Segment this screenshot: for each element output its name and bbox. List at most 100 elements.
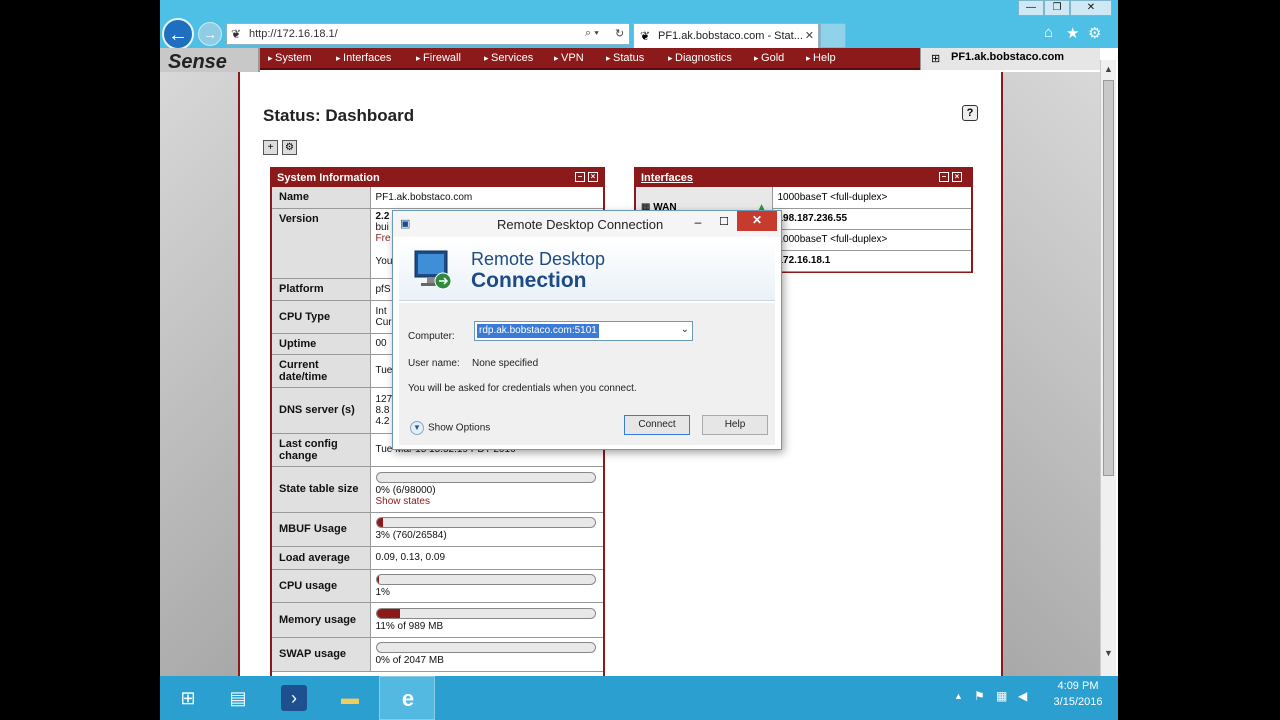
nav-firewall[interactable]: Firewall [416, 52, 461, 64]
computer-label: Computer: [408, 331, 455, 342]
left-gradient [160, 72, 238, 676]
powershell-button[interactable]: › [266, 676, 322, 720]
scroll-down-icon[interactable]: ▼ [1104, 648, 1113, 658]
scroll-up-icon[interactable]: ▲ [1104, 64, 1113, 74]
row-value: 0.09, 0.13, 0.09 [370, 546, 603, 570]
row-label: Current date/time [272, 354, 371, 388]
close-tab-icon[interactable]: ✕ [805, 29, 814, 42]
minimize-widget-icon[interactable]: – [575, 172, 585, 182]
computer-combobox[interactable]: rdp.ak.bobstaco.com:5101 ⌄ [474, 321, 693, 341]
connect-button[interactable]: Connect [624, 415, 690, 435]
scroll-thumb[interactable] [1103, 80, 1114, 476]
row-label: State table size [272, 466, 371, 513]
favorites-star-icon[interactable]: ★ [1066, 24, 1079, 42]
browser-tab[interactable]: ❦ PF1.ak.bobstaco.com - Stat... ✕ [633, 23, 819, 48]
file-explorer-button[interactable]: ▬ [322, 676, 378, 720]
row-label: Version [272, 208, 371, 279]
page-scrollbar[interactable]: ▲ ▼ [1100, 60, 1116, 676]
rdp-app-icon: ▣ [400, 218, 411, 230]
rdp-monitor-icon [414, 250, 452, 290]
start-button[interactable]: ⊞ [160, 676, 216, 720]
refresh-icon[interactable]: ↻ [615, 27, 624, 40]
widget-title[interactable]: Interfaces [641, 172, 693, 184]
nav-interfaces[interactable]: Interfaces [336, 52, 391, 64]
close-window-button[interactable]: ✕ [1070, 0, 1112, 16]
memory-text: 11% of 989 MB [375, 620, 444, 632]
system-tray: ▲ ⚑ ▦ ◀ 4:09 PM 3/15/2016 [950, 676, 1118, 720]
row-label: DNS server (s) [272, 387, 371, 434]
minimize-widget-icon[interactable]: – [939, 172, 949, 182]
forward-button[interactable]: → [198, 22, 222, 46]
show-hidden-icons[interactable]: ▲ [954, 691, 963, 701]
logo-text: Sense [168, 51, 227, 73]
row-label: Last config change [272, 433, 371, 467]
widget-header: Interfaces – × [636, 169, 971, 187]
nav-gold[interactable]: Gold [754, 52, 784, 64]
hostname: PF1.ak.bobstaco.com [951, 51, 1065, 63]
close-widget-icon[interactable]: × [952, 172, 962, 182]
action-center-icon[interactable]: ⚑ [974, 689, 985, 703]
page-title: Status: Dashboard [263, 106, 415, 125]
search-icon[interactable]: ⌕ ▾ [585, 27, 599, 40]
row-label: Uptime [272, 333, 371, 355]
dialog-banner: Remote Desktop Connection [399, 239, 775, 301]
show-states-link[interactable]: Show states [376, 496, 599, 507]
mbuf-text: 3% (760/26584) [375, 530, 447, 541]
username-label: User name: [408, 358, 460, 369]
nav-services[interactable]: Services [484, 52, 533, 64]
nav-vpn[interactable]: VPN [554, 52, 584, 64]
swap-text: 0% of 2047 MB [375, 655, 444, 666]
restore-window-button[interactable]: ❐ [1044, 0, 1070, 16]
new-tab-button[interactable] [820, 23, 846, 48]
close-dialog-button[interactable]: ✕ [737, 211, 777, 231]
row-label: Platform [272, 278, 371, 301]
powershell-icon: › [281, 685, 307, 711]
nav-system[interactable]: System [268, 52, 312, 64]
maximize-dialog-button[interactable]: ☐ [711, 213, 737, 233]
row-label: Name [272, 187, 371, 209]
show-options-toggle[interactable]: ▼ Show Options [410, 421, 490, 435]
help-button[interactable]: Help [702, 415, 768, 435]
dialog-body: Computer: rdp.ak.bobstaco.com:5101 ⌄ Use… [399, 303, 775, 445]
pfsense-logo[interactable]: Sense [160, 48, 260, 75]
home-icon[interactable]: ⌂ [1044, 24, 1053, 41]
internet-explorer-button[interactable]: e [379, 676, 435, 720]
volume-muted-icon[interactable]: ◀ [1018, 689, 1027, 703]
clock-time[interactable]: 4:09 PM [1048, 680, 1108, 692]
row-value: 11% of 989 MB [370, 602, 603, 638]
tools-gear-icon[interactable]: ⚙ [1088, 24, 1101, 42]
address-url[interactable]: http://172.16.18.1/ [249, 28, 338, 40]
show-options-label[interactable]: Show Options [428, 423, 490, 434]
nav-help[interactable]: Help [806, 52, 836, 64]
minimize-window-button[interactable]: — [1018, 0, 1044, 16]
nav-diagnostics[interactable]: Diagnostics [668, 52, 732, 64]
back-button[interactable]: ← [162, 18, 194, 50]
dialog-titlebar[interactable]: ▣ Remote Desktop Connection – ☐ ✕ [393, 211, 781, 237]
server-manager-button[interactable]: ▤ [210, 676, 266, 720]
row-value: 0% of 2047 MB [370, 637, 603, 672]
add-widget-icon[interactable]: + [263, 140, 278, 155]
site-icon: ❦ [231, 27, 242, 41]
taskbar: ⊞ ▤ › ▬ e ▲ ⚑ ▦ ◀ 4:09 PM 3/15/2016 [160, 676, 1118, 720]
help-question-icon[interactable]: ? [962, 105, 978, 121]
folder-icon: ▬ [341, 688, 359, 708]
computer-value[interactable]: rdp.ak.bobstaco.com:5101 [477, 324, 599, 338]
banner-heading-line1: Remote Desktop [471, 249, 606, 269]
username-value: None specified [472, 358, 539, 369]
state-table-bar [375, 471, 596, 483]
network-tray-icon[interactable]: ▦ [996, 689, 1007, 703]
address-bar[interactable]: ❦ http://172.16.18.1/ ⌕ ▾ ↻ [226, 23, 630, 45]
expand-chevron-icon[interactable]: ▼ [410, 421, 424, 435]
nav-status[interactable]: Status [606, 52, 644, 64]
close-widget-icon[interactable]: × [588, 172, 598, 182]
interface-media: 1000baseT <full-duplex> [772, 229, 971, 251]
state-table-text: 0% (6/98000) [375, 484, 436, 496]
row-label: Load average [272, 546, 371, 570]
clock-date[interactable]: 3/15/2016 [1048, 696, 1108, 708]
minimize-dialog-button[interactable]: – [685, 213, 711, 233]
row-value: 0% (6/98000) Show states [370, 466, 603, 513]
save-settings-icon[interactable]: ⚙ [282, 140, 297, 155]
chevron-down-icon[interactable]: ⌄ [681, 324, 689, 335]
banner-heading-line2: Connection [471, 269, 587, 292]
mbuf-fill [376, 518, 384, 527]
